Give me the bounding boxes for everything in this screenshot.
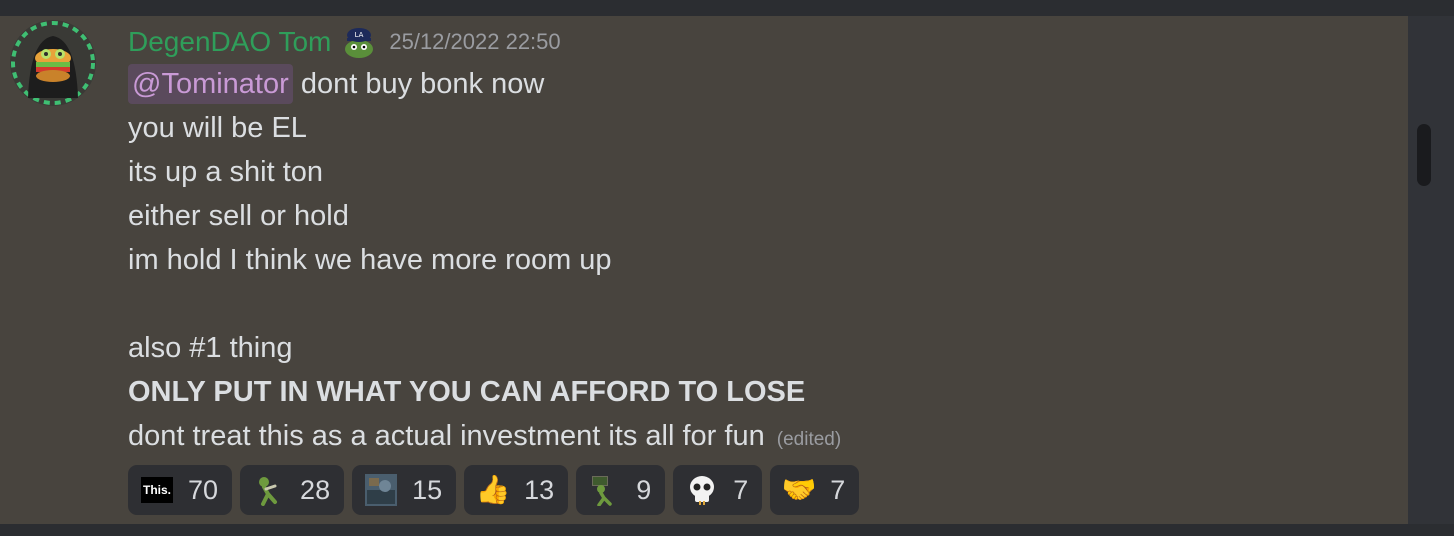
pepe-badge-icon: LA xyxy=(345,28,374,58)
message-text: dont treat this as a actual investment i… xyxy=(128,420,765,452)
message-line: either sell or hold xyxy=(128,200,349,232)
message-line: its up a shit ton xyxy=(128,156,324,188)
reaction-count: 9 xyxy=(636,474,652,505)
avatar-image xyxy=(10,20,96,106)
handshake-glyph: 🤝 xyxy=(781,474,817,505)
pepe-sign-emoji-icon xyxy=(588,473,622,507)
message-line: also #1 thing xyxy=(128,332,293,364)
username[interactable]: DegenDAO Tom xyxy=(128,26,331,58)
reaction-count: 7 xyxy=(733,474,749,505)
user-mention[interactable]: @Tominator xyxy=(128,64,293,104)
pepe-walking-emoji-icon xyxy=(252,473,286,507)
message-line: you will be EL xyxy=(128,112,307,144)
reaction-pepe-sign[interactable]: 9 xyxy=(576,465,666,515)
message-line: @Tominator dont buy bonk now xyxy=(128,62,1388,106)
scrollbar-thumb[interactable] xyxy=(1417,124,1431,186)
reaction-skull[interactable]: 7 xyxy=(673,465,763,515)
this-emoji-icon: This. xyxy=(140,473,174,507)
message-text: dont buy bonk now xyxy=(300,68,545,100)
reaction-thumbs-up[interactable]: 👍 13 xyxy=(464,465,569,515)
reaction-pepe-walking[interactable]: 28 xyxy=(240,465,345,515)
top-bar xyxy=(0,0,1454,16)
bottom-bar xyxy=(0,524,1454,536)
reaction-count: 28 xyxy=(300,474,331,505)
reaction-count: 70 xyxy=(188,474,219,505)
reaction-this[interactable]: This. 70 xyxy=(128,465,233,515)
message-timestamp: 25/12/2022 22:50 xyxy=(389,29,561,54)
skull-emoji-icon xyxy=(685,473,719,507)
reaction-count: 13 xyxy=(524,474,555,505)
edited-label: (edited) xyxy=(776,429,842,450)
message-header: DegenDAO Tom LA 25/12/2022 22:50 xyxy=(128,22,561,62)
message-line: im hold I think we have more room up xyxy=(128,244,612,276)
message-line-bold: ONLY PUT IN WHAT YOU CAN AFFORD TO LOSE xyxy=(128,376,806,408)
reaction-bar: This. 70 28 15 👍 13 9 7 🤝 7 xyxy=(128,465,860,515)
message-line-empty xyxy=(128,282,1388,326)
message-line: dont treat this as a actual investment i… xyxy=(128,414,1388,458)
thumbs-up-glyph: 👍 xyxy=(475,474,511,505)
scrollbar-track[interactable] xyxy=(1408,16,1454,524)
reaction-handshake[interactable]: 🤝 7 xyxy=(770,465,860,515)
message-content: @Tominator dont buy bonk now you will be… xyxy=(128,62,1388,458)
reaction-count: 7 xyxy=(830,474,846,505)
thumbs-up-emoji-icon: 👍 xyxy=(475,473,511,507)
image-emoji-icon xyxy=(364,473,398,507)
svg-text:LA: LA xyxy=(355,31,364,39)
reaction-count: 15 xyxy=(412,474,443,505)
user-avatar[interactable] xyxy=(10,20,96,106)
this-emoji-label: This. xyxy=(141,477,173,503)
handshake-emoji-icon: 🤝 xyxy=(781,473,817,507)
reaction-image[interactable]: 15 xyxy=(352,465,457,515)
